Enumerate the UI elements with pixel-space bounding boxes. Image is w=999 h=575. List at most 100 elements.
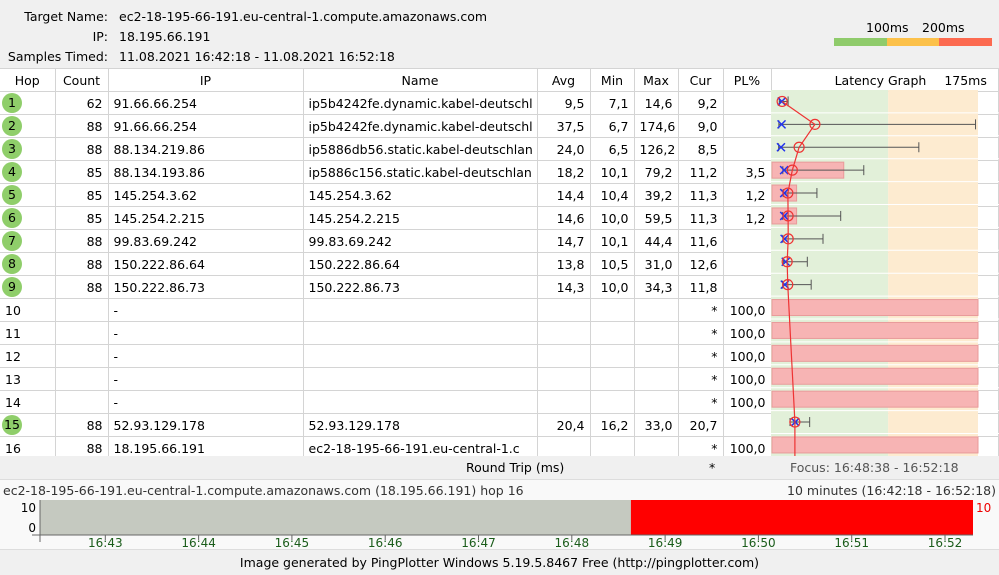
hop-number: 14 [5,394,21,410]
hop-cell: 11 [0,321,56,345]
hop-number: 9 [2,277,22,297]
max-cell: 39,2 [634,183,679,207]
hop-cell: 8 [0,252,56,276]
avg-cell: 13,8 [537,252,591,276]
column-header-hop[interactable]: Hop [0,68,56,92]
min-cell [590,344,635,368]
count-cell [55,367,109,391]
round-trip-label: Round Trip (ms) [466,460,565,475]
cur-cell: * [678,298,724,322]
hop-cell: 2 [0,114,56,138]
hop-number: 12 [5,348,21,364]
target-name: ec2-18-195-66-191.eu-central-1.compute.a… [119,9,488,24]
ip-cell: 145.254.2.215 [108,206,304,230]
min-cell: 16,2 [590,413,635,437]
pl-cell [723,252,772,276]
ip-cell: 150.222.86.73 [108,275,304,299]
count-cell: 88 [55,252,109,276]
column-header-min[interactable]: Min [590,68,635,92]
x-tick-label: 16:44 [181,536,216,549]
cur-cell: * [678,344,724,368]
legend-swatch [886,38,940,46]
cur-cell: * [678,390,724,414]
packet-loss-area [630,500,973,535]
cur-cell: 11,3 [678,183,724,207]
max-cell: 14,6 [634,91,679,115]
count-cell [55,298,109,322]
footer: Image generated by PingPlotter Windows 5… [0,549,999,575]
pl-cell [723,275,772,299]
hop-number: 11 [5,325,21,341]
hop-cell: 9 [0,275,56,299]
ip-cell: - [108,321,304,345]
column-header-name[interactable]: Name [303,68,538,92]
name-cell [303,367,538,391]
packet-loss-bar [771,436,979,454]
cur-cell: 11,2 [678,160,724,184]
hop-cell: 13 [0,367,56,391]
count-cell: 85 [55,183,109,207]
min-cell: 6,7 [590,114,635,138]
min-cell [590,321,635,345]
column-header-cur[interactable]: Cur [678,68,724,92]
x-tick-label: 16:50 [741,536,776,549]
hop-number: 1 [2,93,22,113]
column-header-max[interactable]: Max [634,68,679,92]
name-cell: ip5b4242fe.dynamic.kabel-deutschl [303,91,538,115]
pl-cell [723,229,772,253]
timeline-panel[interactable]: ec2-18-195-66-191.eu-central-1.compute.a… [0,479,999,549]
column-header-pl[interactable]: PL% [723,68,772,92]
avg-cell: 24,0 [537,137,591,161]
cur-cell: * [678,367,724,391]
avg-cell [537,367,591,391]
hop-number: 15 [2,415,22,435]
count-cell [55,321,109,345]
cur-cell: 9,0 [678,114,724,138]
focus-range: Focus: 16:48:38 - 16:52:18 [790,460,959,475]
min-cell: 10,0 [590,275,635,299]
ip-cell: - [108,390,304,414]
min-cell [590,367,635,391]
column-header-graph[interactable]: Latency Graph 175ms [771,68,999,92]
x-tick-label: 16:48 [555,536,590,549]
max-cell: 34,3 [634,275,679,299]
name-cell: 99.83.69.242 [303,229,538,253]
count-cell: 88 [55,413,109,437]
name-cell: 150.222.86.64 [303,252,538,276]
column-header-avg[interactable]: Avg [537,68,591,92]
name-cell: ip5b4242fe.dynamic.kabel-deutschl [303,114,538,138]
timeline-chart[interactable]: 10 0 10 16:43 16:44 16:45 16:46 16:47 16:48 16:49… [0,480,999,549]
column-header-count[interactable]: Count [55,68,109,92]
target-ip: 18.195.66.191 [119,29,211,44]
ip-cell: 99.83.69.242 [108,229,304,253]
name-cell [303,321,538,345]
round-trip-cur: * [709,460,716,475]
avg-cell [537,344,591,368]
max-cell [634,298,679,322]
latency-graph [771,90,999,456]
round-trip-row: Round Trip (ms) * Focus: 16:48:38 - 16:5… [0,456,999,479]
min-cell [590,298,635,322]
ip-cell: 88.134.193.86 [108,160,304,184]
min-cell: 10,5 [590,252,635,276]
pl-cell: 100,0 [723,344,772,368]
hop-cell: 10 [0,298,56,322]
avg-cell [537,298,591,322]
column-header-ip[interactable]: IP [108,68,304,92]
target-label: Target Name: [24,9,108,24]
name-cell: 145.254.3.62 [303,183,538,207]
x-tick-label: 16:47 [461,536,496,549]
max-cell: 174,6 [634,114,679,138]
min-cell: 6,5 [590,137,635,161]
avg-cell: 14,6 [537,206,591,230]
ip-cell: 52.93.129.178 [108,413,304,437]
legend-200ms: 200ms [922,20,965,35]
x-tick-label: 16:51 [834,536,869,549]
legend-swatch [834,38,887,46]
count-cell: 85 [55,160,109,184]
name-cell: 150.222.86.73 [303,275,538,299]
pl-cell: 100,0 [723,367,772,391]
pl-cell: 100,0 [723,321,772,345]
pl-cell: 1,2 [723,206,772,230]
avg-cell: 18,2 [537,160,591,184]
